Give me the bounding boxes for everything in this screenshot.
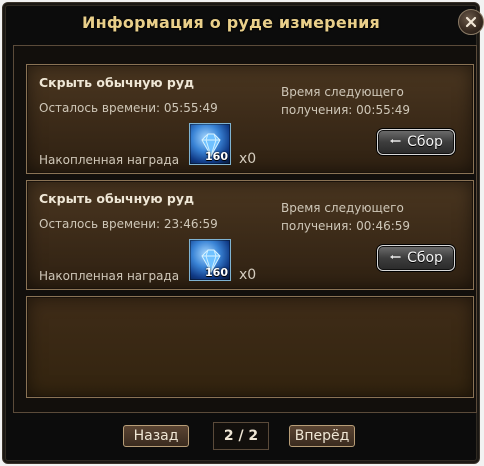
reward-item[interactable]: 160: [189, 239, 231, 281]
cards-panel: Скрыть обычную руд Осталось времени: 05:…: [13, 45, 477, 413]
pagination-bar: Назад 2 / 2 Вперёд: [13, 417, 477, 461]
next-receive-line1: Время следующего: [281, 85, 404, 99]
next-receive-time: получения: 00:55:49: [281, 103, 411, 117]
collect-button[interactable]: Сбор: [377, 129, 455, 155]
next-receive-time: получения: 00:46:59: [281, 219, 411, 233]
close-icon: [464, 15, 478, 29]
reward-item[interactable]: 160: [189, 123, 231, 165]
ore-card: Скрыть обычную руд Осталось времени: 05:…: [26, 64, 474, 174]
collect-icon: [389, 133, 401, 152]
accumulated-reward-label: Накопленная награда: [39, 269, 180, 283]
window-title: Информация о руде измерения: [81, 12, 381, 32]
forward-button[interactable]: Вперёд: [289, 425, 355, 447]
collect-button-label: Сбор: [407, 250, 443, 266]
collect-button-label: Сбор: [407, 134, 443, 150]
collect-button[interactable]: Сбор: [377, 245, 455, 271]
back-button[interactable]: Назад: [123, 425, 189, 447]
empty-ore-slot: [26, 296, 474, 398]
page-indicator: 2 / 2: [213, 422, 269, 450]
next-receive-line1: Время следующего: [281, 201, 404, 215]
remaining-time: Осталось времени: 23:46:59: [39, 217, 218, 231]
reward-multiplier: x0: [239, 151, 257, 167]
remaining-time: Осталось времени: 05:55:49: [39, 101, 218, 115]
ore-name: Скрыть обычную руд: [39, 75, 195, 90]
ore-name: Скрыть обычную руд: [39, 191, 195, 206]
window-title-bar: Информация о руде измерения: [11, 7, 451, 37]
collect-icon: [389, 249, 401, 268]
ore-info-window: Информация о руде измерения Скрыть обычн…: [2, 2, 484, 464]
ore-card: Скрыть обычную руд Осталось времени: 23:…: [26, 180, 474, 290]
reward-count: 160: [205, 150, 228, 163]
accumulated-reward-label: Накопленная награда: [39, 153, 180, 167]
reward-count: 160: [205, 266, 228, 279]
reward-multiplier: x0: [239, 267, 257, 283]
close-button[interactable]: [458, 9, 484, 35]
